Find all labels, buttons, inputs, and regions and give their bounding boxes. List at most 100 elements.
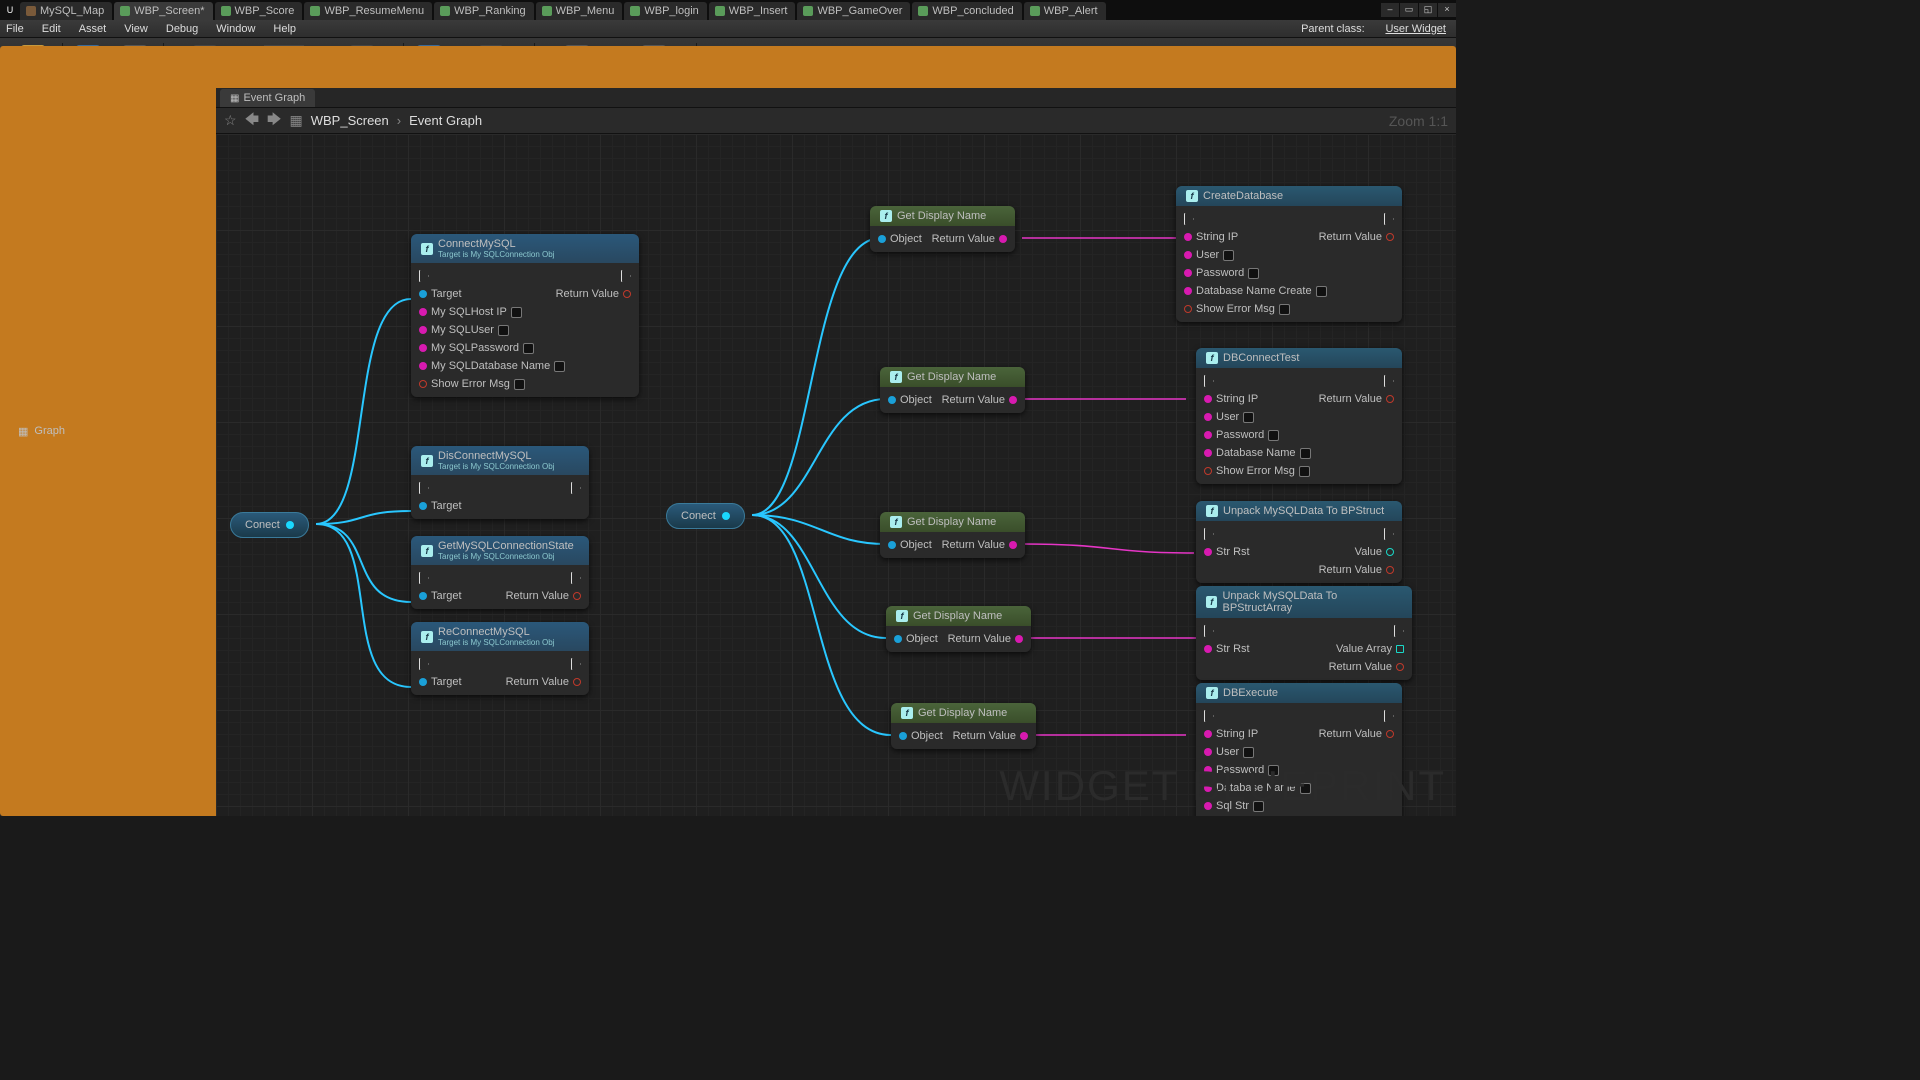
graph-root-icon[interactable]: ▦ <box>290 112 303 129</box>
stringip-pin[interactable]: String IP <box>1204 393 1258 405</box>
parent-class-link[interactable]: User Widget <box>1385 23 1446 35</box>
exec-in-pin[interactable] <box>1204 375 1214 387</box>
var-node-conect-1[interactable]: Conect <box>230 512 309 538</box>
return-pin[interactable]: Return Value <box>1319 564 1394 576</box>
exec-in-pin[interactable] <box>1204 625 1214 637</box>
object-pin[interactable]: Object <box>894 633 938 645</box>
user-pin[interactable]: My SQLUser <box>419 324 509 336</box>
exec-out-pin[interactable] <box>571 572 581 584</box>
object-pin[interactable]: Object <box>899 730 943 742</box>
exec-in-pin[interactable] <box>419 658 429 670</box>
tab-wbp-score[interactable]: WBP_Score <box>215 2 303 20</box>
tab-wbp-resumemenu[interactable]: WBP_ResumeMenu <box>304 2 432 20</box>
stringip-pin[interactable]: String IP <box>1184 231 1238 243</box>
user-pin[interactable]: User <box>1204 746 1254 758</box>
user-pin[interactable]: User <box>1184 249 1234 261</box>
hostip-pin[interactable]: My SQLHost IP <box>419 306 522 318</box>
target-pin[interactable]: Target <box>419 676 462 688</box>
return-pin[interactable]: Return Value <box>506 676 581 688</box>
node-connectmysql[interactable]: fConnectMySQLTarget is My SQLConnection … <box>411 234 639 397</box>
exec-out-pin[interactable] <box>1384 375 1394 387</box>
maximize-button[interactable]: ▭ <box>1400 3 1418 17</box>
showerr-pin[interactable]: Show Error Msg <box>1204 465 1310 477</box>
valuearr-pin[interactable]: Value Array <box>1336 643 1404 655</box>
stringip-pin[interactable]: String IP <box>1204 728 1258 740</box>
password-pin[interactable]: Password <box>1204 764 1279 776</box>
object-pin[interactable]: Object <box>888 394 932 406</box>
exec-out-pin[interactable] <box>1394 625 1404 637</box>
node-get-display-name-4[interactable]: fGet Display NameObjectReturn Value <box>886 606 1031 652</box>
return-pin[interactable]: Return Value <box>1319 231 1394 243</box>
target-pin[interactable]: Target <box>419 500 462 512</box>
exec-in-pin[interactable] <box>1204 710 1214 722</box>
tab-wbp-menu[interactable]: WBP_Menu <box>536 2 623 20</box>
return-pin[interactable]: Return Value <box>953 730 1028 742</box>
exec-in-pin[interactable] <box>419 572 429 584</box>
node-disconnectmysql[interactable]: fDisConnectMySQLTarget is My SQLConnecti… <box>411 446 589 519</box>
nav-back-button[interactable]: 🡄 <box>245 109 259 133</box>
tab-wbp-gameover[interactable]: WBP_GameOver <box>797 2 910 20</box>
object-pin[interactable]: Object <box>878 233 922 245</box>
node-get-display-name-1[interactable]: fGet Display NameObjectReturn Value <box>870 206 1015 252</box>
tab-wbp-alert[interactable]: WBP_Alert <box>1024 2 1106 20</box>
exec-out-pin[interactable] <box>1384 710 1394 722</box>
node-reconnect[interactable]: fReConnectMySQLTarget is My SQLConnectio… <box>411 622 589 695</box>
node-createdatabase[interactable]: fCreateDatabase String IPReturn Value Us… <box>1176 186 1402 322</box>
event-graph-tab[interactable]: ▦ Event Graph <box>220 89 315 107</box>
tab-wbp-login[interactable]: WBP_login <box>624 2 706 20</box>
menu-edit[interactable]: Edit <box>42 23 61 35</box>
showerr-pin[interactable]: Show Error Msg <box>419 378 525 390</box>
tab-wbp-screen[interactable]: WBP_Screen* <box>114 2 212 20</box>
return-pin[interactable]: Return Value <box>1329 661 1404 673</box>
return-pin[interactable]: Return Value <box>942 394 1017 406</box>
dbname-pin[interactable]: My SQLDatabase Name <box>419 360 565 372</box>
exec-in-pin[interactable] <box>419 482 429 494</box>
exec-out-pin[interactable] <box>1384 528 1394 540</box>
strrst-pin[interactable]: Str Rst <box>1204 643 1250 655</box>
return-pin[interactable]: Return Value <box>1319 728 1394 740</box>
node-unpack-struct[interactable]: fUnpack MySQLData To BPStruct Str RstVal… <box>1196 501 1402 583</box>
menu-file[interactable]: File <box>6 23 24 35</box>
menu-debug[interactable]: Debug <box>166 23 198 35</box>
exec-out-pin[interactable] <box>1384 213 1394 225</box>
password-pin[interactable]: My SQLPassword <box>419 342 534 354</box>
menu-help[interactable]: Help <box>273 23 296 35</box>
tab-mysql-map[interactable]: MySQL_Map <box>20 2 112 20</box>
return-pin[interactable]: Return Value <box>506 590 581 602</box>
menu-window[interactable]: Window <box>216 23 255 35</box>
close-button[interactable]: × <box>1438 3 1456 17</box>
exec-out-pin[interactable] <box>621 270 631 282</box>
menu-asset[interactable]: Asset <box>79 23 107 35</box>
exec-in-pin[interactable] <box>1184 213 1194 225</box>
node-dbexecute[interactable]: fDBExecute String IPReturn Value User Pa… <box>1196 683 1402 816</box>
user-pin[interactable]: User <box>1204 411 1254 423</box>
crumb-leaf[interactable]: Event Graph <box>409 113 482 128</box>
menu-view[interactable]: View <box>124 23 148 35</box>
sqlstr-pin[interactable]: Sql Str <box>1204 800 1264 812</box>
node-getstate[interactable]: fGetMySQLConnectionStateTarget is My SQL… <box>411 536 589 609</box>
password-pin[interactable]: Password <box>1184 267 1259 279</box>
exec-in-pin[interactable] <box>1204 528 1214 540</box>
password-pin[interactable]: Password <box>1204 429 1279 441</box>
object-pin[interactable]: Object <box>888 539 932 551</box>
return-pin[interactable]: Return Value <box>556 288 631 300</box>
nav-fwd-button[interactable]: 🡆 <box>267 109 281 133</box>
node-get-display-name-5[interactable]: fGet Display NameObjectReturn Value <box>891 703 1036 749</box>
tab-wbp-insert[interactable]: WBP_Insert <box>709 2 796 20</box>
crumb-root[interactable]: WBP_Screen <box>311 113 389 128</box>
value-pin[interactable]: Value <box>1355 546 1394 558</box>
exec-out-pin[interactable] <box>571 482 581 494</box>
tab-wbp-concluded[interactable]: WBP_concluded <box>912 2 1021 20</box>
target-pin[interactable]: Target <box>419 590 462 602</box>
showerr-pin[interactable]: Show Error Msg <box>1184 303 1290 315</box>
strrst-pin[interactable]: Str Rst <box>1204 546 1250 558</box>
var-node-conect-2[interactable]: Conect <box>666 503 745 529</box>
maximize2-button[interactable]: ◱ <box>1419 3 1437 17</box>
return-pin[interactable]: Return Value <box>948 633 1023 645</box>
return-pin[interactable]: Return Value <box>932 233 1007 245</box>
target-pin[interactable]: Target <box>419 288 462 300</box>
node-get-display-name-3[interactable]: fGet Display NameObjectReturn Value <box>880 512 1025 558</box>
graph-canvas[interactable]: Conect Conect fConnectMySQLTarget is My … <box>216 134 1456 816</box>
node-unpack-array[interactable]: fUnpack MySQLData To BPStructArray Str R… <box>1196 586 1412 680</box>
dbnamecreate-pin[interactable]: Database Name Create <box>1184 285 1327 297</box>
